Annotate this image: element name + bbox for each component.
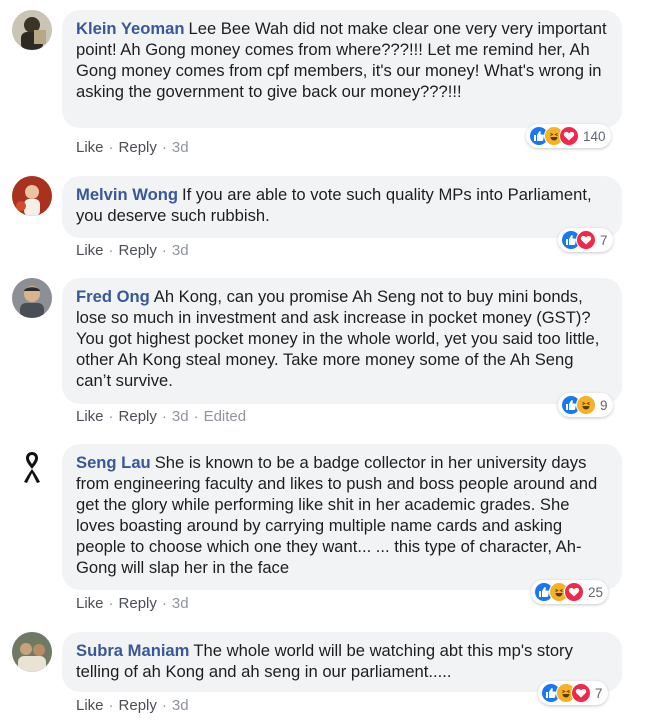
love-icon [559, 126, 579, 146]
comment-bubble: Subra Maniam The whole world will be watc… [62, 632, 622, 692]
comment-author[interactable]: Fred Ong [76, 287, 150, 306]
comment-text: Ah Kong, can you promise Ah Seng not to … [76, 287, 600, 390]
reply-link[interactable]: Reply [119, 139, 157, 156]
comment-actions: Like · Reply · 3d · Edited [76, 408, 246, 426]
reaction-count: 25 [588, 584, 604, 600]
comment-text: She is known to be a badge collector in … [76, 453, 598, 577]
comment-actions: Like · Reply · 3d [76, 595, 189, 613]
edited-label[interactable]: Edited [204, 408, 247, 425]
like-link[interactable]: Like [76, 242, 104, 259]
timestamp[interactable]: 3d [172, 595, 189, 612]
separator: · [161, 697, 167, 714]
reply-link[interactable]: Reply [119, 408, 157, 425]
timestamp[interactable]: 3d [172, 408, 189, 425]
separator: · [161, 595, 167, 612]
separator: · [193, 408, 199, 425]
love-icon [576, 230, 596, 250]
reaction-count: 7 [600, 232, 608, 248]
like-link[interactable]: Like [76, 595, 104, 612]
reaction-count: 7 [595, 685, 603, 701]
separator: · [161, 242, 167, 259]
comment-author[interactable]: Klein Yeoman [76, 19, 185, 38]
avatar[interactable] [12, 10, 52, 50]
separator: · [108, 139, 114, 156]
reaction-count: 9 [600, 397, 608, 413]
reactions-summary[interactable]: 25 [531, 580, 609, 604]
like-link[interactable]: Like [76, 697, 104, 714]
reply-link[interactable]: Reply [119, 595, 157, 612]
separator: · [108, 408, 114, 425]
comment-bubble: Fred Ong Ah Kong, can you promise Ah Seng… [62, 278, 622, 404]
separator: · [161, 139, 167, 156]
comment-bubble: Seng Lau She is known to be a badge colle… [62, 444, 622, 590]
avatar[interactable] [12, 176, 52, 216]
comment-author[interactable]: Subra Maniam [76, 641, 189, 660]
timestamp[interactable]: 3d [172, 139, 189, 156]
separator: · [108, 595, 114, 612]
avatar[interactable] [12, 444, 52, 484]
separator: · [161, 408, 167, 425]
comment-actions: Like · Reply · 3d [76, 697, 189, 715]
like-link[interactable]: Like [76, 139, 104, 156]
separator: · [108, 697, 114, 714]
reactions-summary[interactable]: 140 [526, 124, 611, 148]
reactions-summary[interactable]: 7 [558, 228, 613, 252]
avatar[interactable] [12, 278, 52, 318]
comment-author[interactable]: Seng Lau [76, 453, 151, 472]
comment-actions: Like · Reply · 3d [76, 139, 189, 157]
reaction-count: 140 [583, 128, 606, 144]
comment-bubble: Klein Yeoman Lee Bee Wah did not make cle… [62, 10, 622, 128]
reply-link[interactable]: Reply [119, 697, 157, 714]
love-icon [571, 683, 591, 703]
comment-bubble: Melvin Wong If you are able to vote such … [62, 176, 622, 238]
timestamp[interactable]: 3d [172, 242, 189, 259]
reply-link[interactable]: Reply [119, 242, 157, 259]
avatar[interactable] [12, 632, 52, 672]
comment-actions: Like · Reply · 3d [76, 242, 189, 260]
reactions-summary[interactable]: 9 [558, 393, 613, 417]
timestamp[interactable]: 3d [172, 697, 189, 714]
like-link[interactable]: Like [76, 408, 104, 425]
haha-icon [576, 395, 596, 415]
comment-author[interactable]: Melvin Wong [76, 185, 178, 204]
love-icon [564, 582, 584, 602]
separator: · [108, 242, 114, 259]
reactions-summary[interactable]: 7 [538, 681, 608, 705]
